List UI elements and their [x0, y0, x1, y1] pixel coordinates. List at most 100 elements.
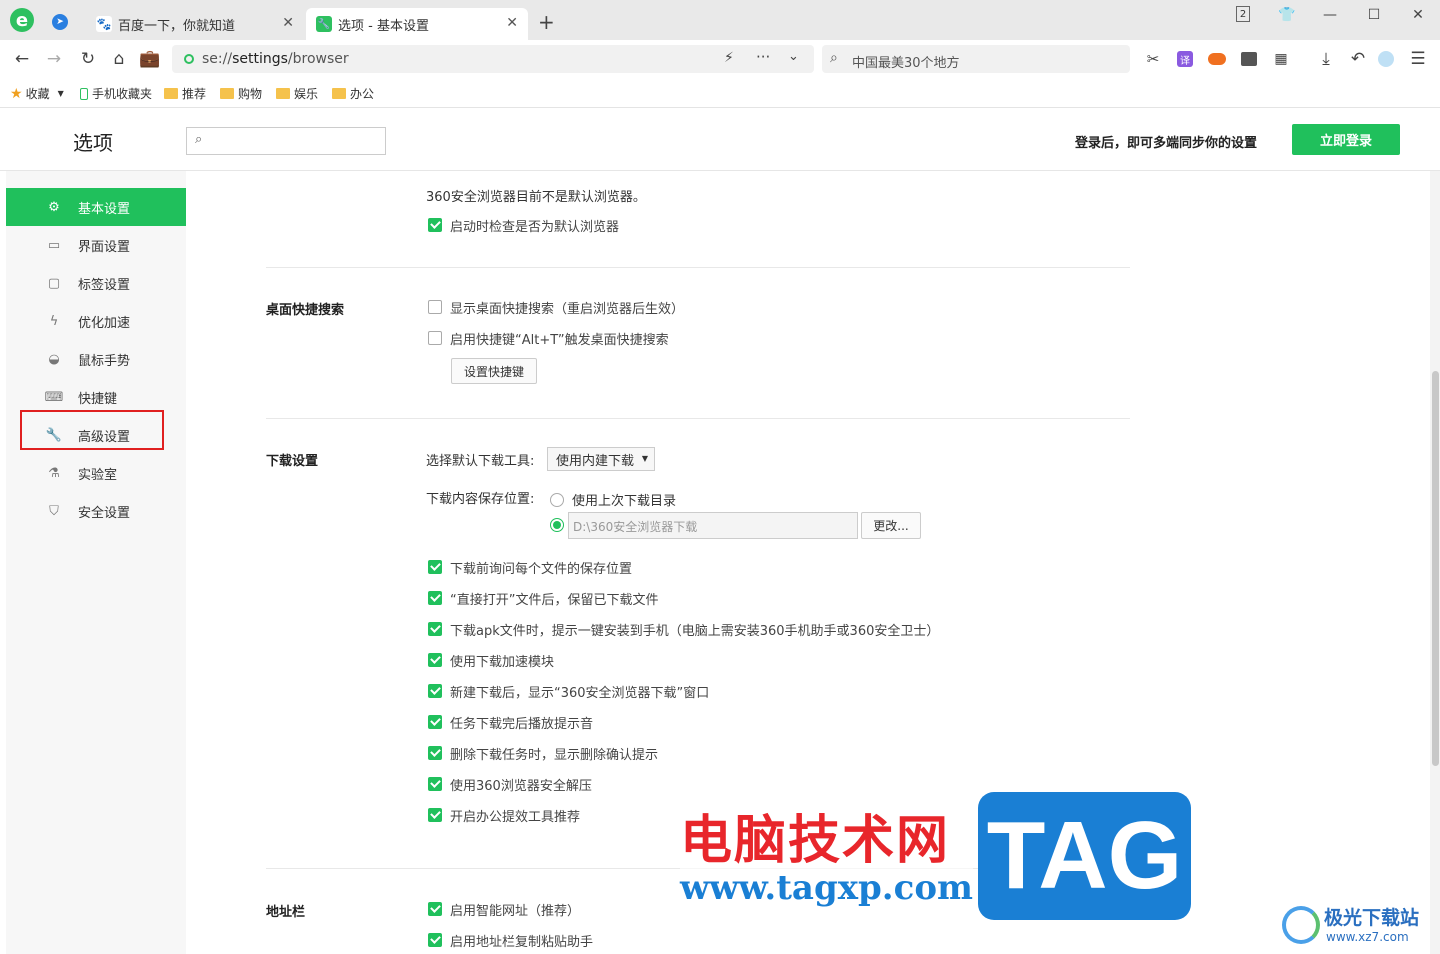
search-input[interactable]: 中国最美30个地方	[852, 52, 960, 71]
undo-icon[interactable]: ↶	[1346, 47, 1370, 71]
close-icon[interactable]: ✕	[282, 15, 294, 31]
send-icon[interactable]: ➤	[52, 14, 68, 30]
browser-logo-icon[interactable]: e	[10, 8, 34, 32]
checkbox-checked	[428, 746, 442, 760]
check-default-checkbox[interactable]: 启动时检查是否为默认浏览器	[428, 216, 619, 235]
avatar[interactable]	[1374, 47, 1398, 71]
tab-settings[interactable]: 🔧 选项 - 基本设置 ✕	[306, 8, 528, 40]
window-icon: ▭	[47, 237, 61, 253]
lightning-icon: ϟ	[49, 313, 59, 329]
download-option-checkbox[interactable]: 新建下载后，显示“360安全浏览器下载”窗口	[428, 682, 710, 701]
bookmark-folder[interactable]: 推荐	[164, 85, 206, 102]
bookmark-label: 娱乐	[294, 87, 319, 101]
apps-icon[interactable]: ▦	[1269, 47, 1293, 71]
checkbox-checked	[428, 622, 442, 636]
tab-baidu[interactable]: 🐾 百度一下，你就知道 ✕	[86, 8, 304, 40]
lightning-icon[interactable]: ⚡	[724, 50, 734, 66]
url-text: se://settings/browser	[202, 51, 349, 67]
new-tab-button[interactable]: +	[538, 10, 555, 34]
bookmark-folder[interactable]: 娱乐	[276, 85, 318, 102]
baidu-icon: 🐾	[96, 16, 112, 32]
bookmark-favorites[interactable]: ★ 收藏 ▼	[10, 85, 64, 102]
checkbox-label: “直接打开”文件后，保留已下载文件	[450, 592, 659, 608]
download-icon[interactable]: ⤓	[1314, 47, 1338, 71]
skin-icon[interactable]: 👕	[1273, 5, 1301, 25]
tab-counter-icon[interactable]: 2	[1236, 6, 1250, 22]
bookmark-label: 推荐	[182, 87, 207, 101]
scrollbar[interactable]	[1430, 171, 1440, 954]
menu-icon[interactable]: ☰	[1406, 47, 1430, 71]
watermark-tag-logo: TAG	[978, 792, 1191, 920]
radio-last-dir[interactable]: 使用上次下载目录	[550, 490, 676, 509]
checkbox-checked	[428, 902, 442, 916]
download-option-checkbox[interactable]: 使用下载加速模块	[428, 651, 554, 670]
checkbox-label: 下载apk文件时，提示一键安装到手机（电脑上需安装360手机助手或360安全卫士…	[450, 623, 940, 639]
checkbox-label: 新建下载后，显示“360安全浏览器下载”窗口	[450, 685, 710, 701]
book-icon[interactable]	[1237, 47, 1261, 71]
checkbox-label: 启用智能网址（推荐）	[450, 903, 581, 919]
download-option-checkbox[interactable]: 使用360浏览器安全解压	[428, 775, 592, 794]
download-option-checkbox[interactable]: 下载apk文件时，提示一键安装到手机（电脑上需安装360手机助手或360安全卫士…	[428, 620, 940, 639]
checkbox-label: 启用地址栏复制粘贴助手	[450, 934, 594, 950]
tab-strip: e ➤ 🐾 百度一下，你就知道 ✕ 🔧 选项 - 基本设置 ✕ + 2 👕 — …	[0, 0, 1440, 40]
url-suffix: /browser	[287, 51, 349, 67]
maximize-button[interactable]: ☐	[1360, 5, 1388, 25]
sidebar-item-label: 实验室	[78, 467, 118, 483]
game-icon[interactable]	[1205, 47, 1229, 71]
sidebar-item-basic[interactable]: ⚙ 基本设置	[6, 188, 186, 226]
checkbox-checked	[428, 560, 442, 574]
sidebar-item-interface[interactable]: ▭ 界面设置	[6, 226, 186, 264]
gear-icon: ⚙	[48, 199, 60, 215]
forward-button[interactable]: →	[42, 47, 66, 71]
download-location-label: 下载内容保存位置:	[426, 492, 535, 507]
checkbox-label: 显示桌面快捷搜索（重启浏览器后生效）	[450, 301, 685, 317]
home-button[interactable]: ⌂	[107, 47, 131, 71]
address-bar[interactable]: se://settings/browser ⚡ ··· ⌄	[172, 45, 814, 73]
minimize-button[interactable]: —	[1316, 5, 1344, 25]
briefcase-icon[interactable]: 💼	[138, 47, 162, 71]
bookmark-mobile[interactable]: 手机收藏夹	[80, 85, 152, 102]
sync-hint: 登录后，即可多端同步你的设置	[1075, 136, 1258, 151]
close-window-button[interactable]: ✕	[1404, 5, 1432, 25]
smart-url-checkbox[interactable]: 启用智能网址（推荐）	[428, 900, 581, 919]
download-option-checkbox[interactable]: 开启办公提效工具推荐	[428, 806, 580, 825]
login-button[interactable]: 立即登录	[1292, 124, 1400, 155]
close-icon[interactable]: ✕	[506, 15, 518, 31]
sidebar-item-security[interactable]: ⛉ 安全设置	[6, 492, 186, 530]
download-tool-select[interactable]: 使用内建下载 ▼	[547, 447, 655, 471]
cut-icon[interactable]: ✂	[1141, 47, 1165, 71]
download-option-checkbox[interactable]: 任务下载完后播放提示音	[428, 713, 593, 732]
more-icon[interactable]: ···	[756, 48, 770, 66]
hotkey-checkbox[interactable]: 启用快捷键“Alt+T”触发桌面快捷搜索	[428, 329, 669, 348]
search-box[interactable]: ⌕ 中国最美30个地方	[822, 45, 1130, 73]
settings-search-input[interactable]: ⌕	[186, 127, 386, 155]
section-title: 下载设置	[266, 454, 319, 469]
set-hotkey-button[interactable]: 设置快捷键	[451, 358, 537, 384]
show-desktop-search-checkbox[interactable]: 显示桌面快捷搜索（重启浏览器后生效）	[428, 298, 685, 317]
folder-icon	[164, 88, 178, 99]
paste-helper-checkbox[interactable]: 启用地址栏复制粘贴助手	[428, 931, 594, 950]
download-option-checkbox[interactable]: 下载前询问每个文件的保存位置	[428, 558, 632, 577]
sidebar-item-mouse[interactable]: ◒ 鼠标手势	[6, 340, 186, 378]
sidebar-item-optimize[interactable]: ϟ 优化加速	[6, 302, 186, 340]
bookmark-folder[interactable]: 购物	[220, 85, 262, 102]
url-prefix: se://	[202, 51, 233, 67]
translate-icon[interactable]: 译	[1173, 47, 1197, 71]
bookmark-folder[interactable]: 办公	[332, 85, 374, 102]
checkbox-checked	[428, 808, 442, 822]
search-icon: ⌕	[830, 50, 838, 66]
download-option-checkbox[interactable]: “直接打开”文件后，保留已下载文件	[428, 589, 659, 608]
download-option-checkbox[interactable]: 删除下载任务时，显示删除确认提示	[428, 744, 658, 763]
chevron-down-icon[interactable]: ⌄	[788, 49, 799, 64]
bookmark-label: 购物	[238, 87, 263, 101]
sidebar-item-lab[interactable]: ⚗ 实验室	[6, 454, 186, 492]
checkbox-checked	[428, 777, 442, 791]
change-path-button[interactable]: 更改...	[861, 512, 921, 539]
refresh-button[interactable]: ↻	[76, 47, 100, 71]
download-path-input[interactable]: D:\360安全浏览器下载	[568, 512, 858, 539]
back-button[interactable]: ←	[10, 47, 34, 71]
divider	[266, 267, 1130, 268]
scrollbar-thumb[interactable]	[1432, 371, 1439, 766]
sidebar-item-tabs[interactable]: ▢ 标签设置	[6, 264, 186, 302]
bookmarks-bar: ★ 收藏 ▼ 手机收藏夹 推荐 购物 娱乐 办公	[0, 78, 1440, 108]
